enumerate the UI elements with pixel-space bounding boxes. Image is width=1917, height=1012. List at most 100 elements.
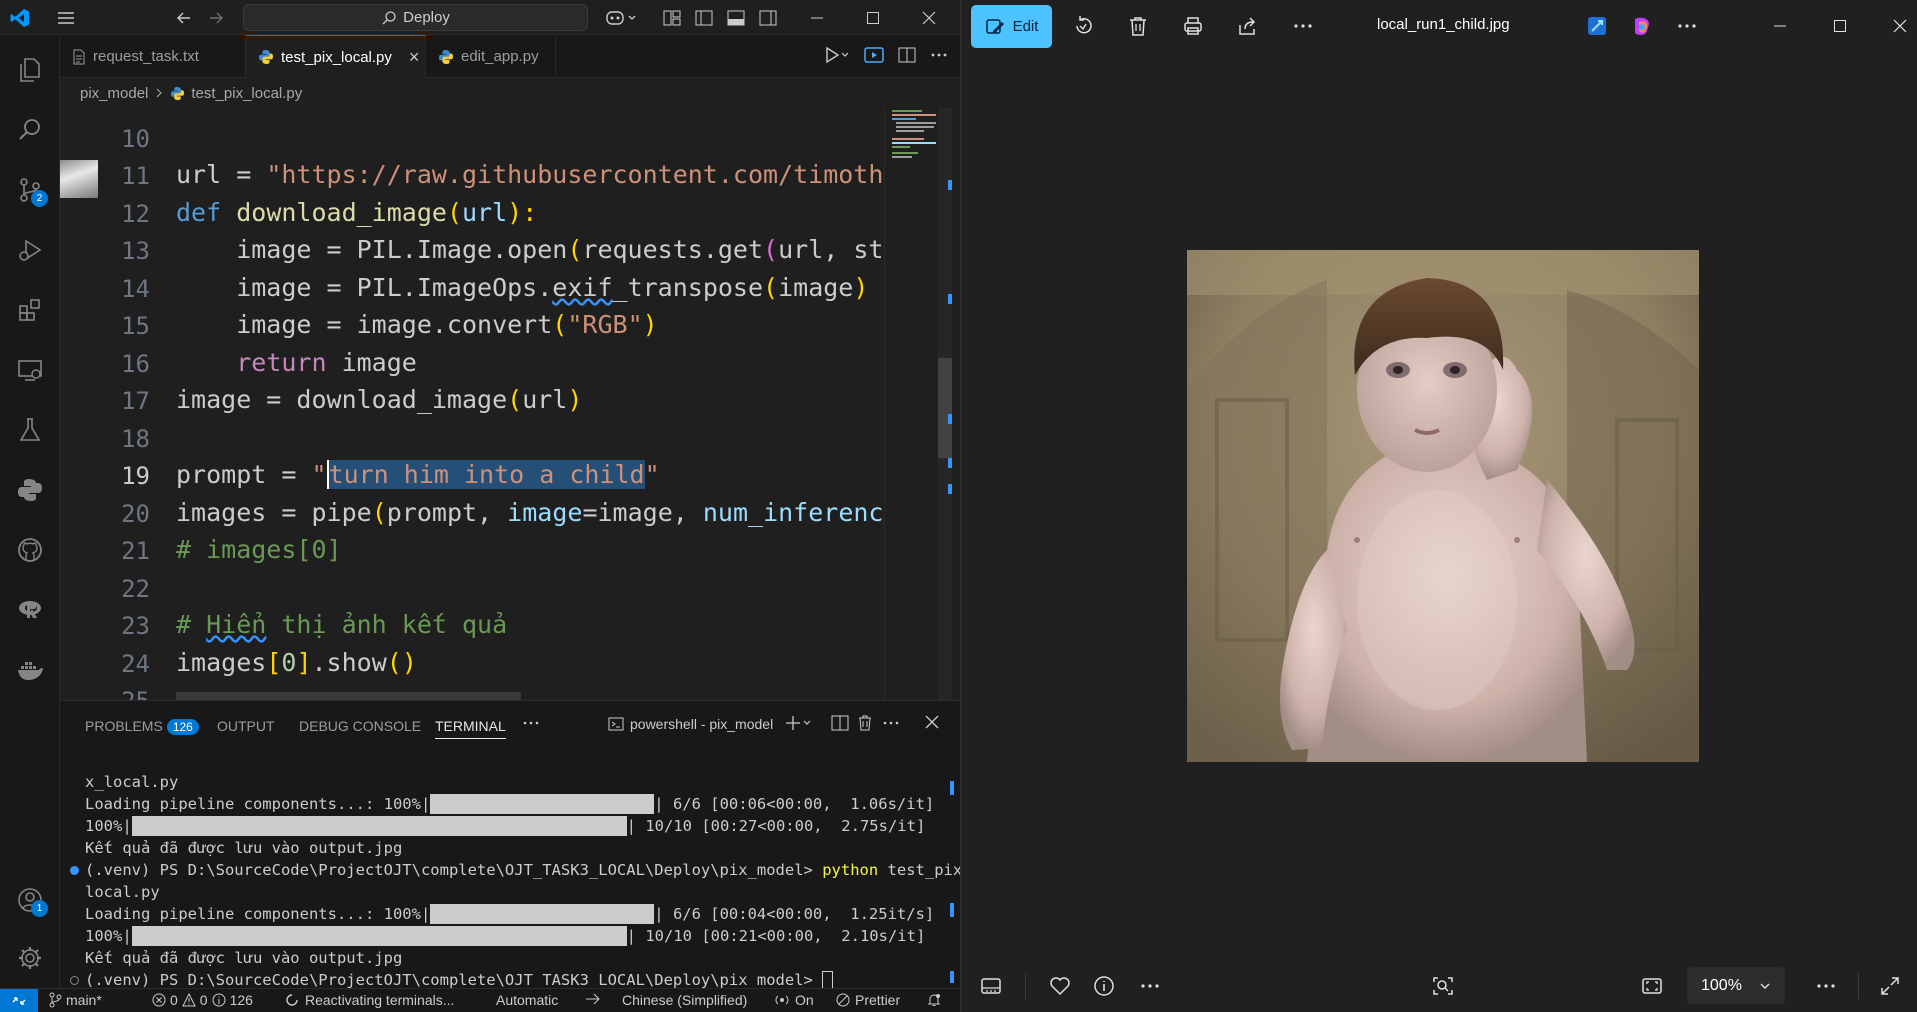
tab-problems[interactable]: PROBLEMS 126 xyxy=(85,718,199,735)
designer-app-icon[interactable] xyxy=(1585,14,1609,38)
source-control-icon[interactable]: 2 xyxy=(0,163,60,217)
close-panel-icon[interactable] xyxy=(924,714,940,730)
remote-indicator[interactable] xyxy=(0,989,38,1012)
terminal-selector[interactable]: powershell - pix_model xyxy=(608,716,773,732)
split-terminal-icon[interactable] xyxy=(831,714,849,732)
accounts-icon[interactable]: 1 xyxy=(0,873,60,927)
toggle-primary-sidebar-icon[interactable] xyxy=(694,8,714,28)
tab-close-icon[interactable]: × xyxy=(409,47,420,68)
zoom-dropdown[interactable]: 100% xyxy=(1687,967,1785,1004)
remote-explorer-icon[interactable] xyxy=(0,343,60,397)
python-icon[interactable] xyxy=(0,463,60,517)
edit-button[interactable]: Edit xyxy=(971,5,1052,48)
horizontal-scrollbar[interactable] xyxy=(176,692,521,700)
more-options-icon[interactable] xyxy=(1814,974,1838,998)
close-icon[interactable] xyxy=(1888,14,1912,38)
minimize-icon[interactable] xyxy=(1768,14,1792,38)
file-info-icon[interactable] xyxy=(1092,974,1116,998)
filmstrip-icon[interactable] xyxy=(979,974,1003,998)
close-icon[interactable] xyxy=(906,0,952,35)
tab-request-task[interactable]: request_task.txt xyxy=(60,35,246,78)
customize-layout-icon[interactable] xyxy=(662,8,682,28)
back-arrow-icon[interactable] xyxy=(174,8,194,28)
terminal-output[interactable]: x_local.py Loading pipeline components..… xyxy=(70,771,960,990)
command-success-dot[interactable] xyxy=(70,865,79,875)
more-actions-icon[interactable] xyxy=(930,46,948,64)
prettier-status[interactable]: Prettier xyxy=(836,992,900,1008)
run-python-file-icon[interactable] xyxy=(824,46,850,64)
bottom-panel: PROBLEMS 126 OUTPUT DEBUG CONSOLE TERMINA… xyxy=(60,700,960,990)
vertical-scrollbar[interactable] xyxy=(938,108,952,700)
manage-gear-icon[interactable] xyxy=(0,931,60,985)
more-options-icon[interactable] xyxy=(1675,14,1699,38)
extensions-icon[interactable] xyxy=(0,283,60,337)
tab-output[interactable]: OUTPUT xyxy=(217,718,275,734)
rotate-icon[interactable] xyxy=(1071,14,1095,38)
terminal-line: Loading pipeline components...: 100%| | 6… xyxy=(85,793,934,815)
maximize-icon[interactable] xyxy=(1828,14,1852,38)
line-number: 20 xyxy=(121,500,150,528)
run-and-debug-icon[interactable] xyxy=(0,223,60,277)
status-language[interactable]: Chinese (Simplified) xyxy=(622,992,747,1008)
explorer-icon[interactable] xyxy=(0,43,60,97)
search-icon xyxy=(381,10,397,26)
status-activity[interactable]: Reactivating terminals... xyxy=(285,992,454,1008)
code-token: image = PIL.Image.open xyxy=(176,235,568,264)
toggle-secondary-sidebar-icon[interactable] xyxy=(758,8,778,28)
minimap[interactable] xyxy=(890,108,942,168)
toggle-panel-icon[interactable] xyxy=(726,8,746,28)
photos-app-window: Edit local_run1_child.jpg 100% xyxy=(960,0,1917,1012)
r-language-icon[interactable] xyxy=(0,583,60,637)
status-mode[interactable]: Automatic xyxy=(496,992,558,1008)
code-token: ( xyxy=(763,235,779,264)
trash-icon[interactable] xyxy=(856,714,874,732)
panel-more-icon[interactable] xyxy=(522,714,540,732)
copilot-icon[interactable] xyxy=(605,8,641,28)
command-pending-dot[interactable] xyxy=(70,975,79,985)
tab-edit-app[interactable]: edit_app.py xyxy=(426,35,556,78)
search-icon[interactable] xyxy=(0,103,60,157)
docker-icon[interactable] xyxy=(0,643,60,697)
notifications-bell-icon[interactable] xyxy=(926,992,942,1008)
share-icon[interactable] xyxy=(1236,14,1260,38)
more-options-icon[interactable] xyxy=(1291,14,1315,38)
command-center-search[interactable]: Deploy xyxy=(243,4,588,31)
displayed-photo[interactable] xyxy=(1187,250,1699,762)
testing-flask-icon[interactable] xyxy=(0,403,60,457)
accounts-badge: 1 xyxy=(31,900,48,917)
code-token: " xyxy=(311,460,327,489)
problems-summary[interactable]: 0 0 126 xyxy=(152,992,253,1008)
fullscreen-expand-icon[interactable] xyxy=(1878,974,1902,998)
terminal-scrollbar[interactable] xyxy=(950,771,956,985)
scrollbar-thumb[interactable] xyxy=(938,358,952,458)
scroll-marker xyxy=(948,180,952,190)
new-terminal-icon[interactable] xyxy=(785,714,813,732)
more-actions-icon[interactable] xyxy=(882,714,900,732)
git-branch[interactable]: main* xyxy=(48,992,102,1008)
code-line-13: image = PIL.Image.open(requests.get(url,… xyxy=(176,235,883,264)
split-editor-icon[interactable] xyxy=(898,46,916,64)
forward-arrow-icon[interactable] xyxy=(206,8,226,28)
print-icon[interactable] xyxy=(1181,14,1205,38)
more-options-icon[interactable] xyxy=(1138,974,1162,998)
tab-debug-console[interactable]: DEBUG CONSOLE xyxy=(299,718,421,734)
code-editor[interactable]: 10 11 12 13 14 15 16 17 18 19 20 21 22 2… xyxy=(60,108,960,700)
breadcrumb-folder[interactable]: pix_model xyxy=(80,85,148,102)
fit-to-window-icon[interactable] xyxy=(1640,974,1664,998)
terminal-text: | 10/10 [00:27<00:00, 2.75s/it] xyxy=(626,817,926,835)
chevron-down-icon xyxy=(1759,980,1771,992)
github-icon[interactable] xyxy=(0,523,60,577)
copilot-colorful-icon[interactable] xyxy=(1630,14,1654,38)
menu-icon[interactable] xyxy=(56,8,76,28)
live-share-status[interactable]: On xyxy=(774,992,814,1008)
tab-test-pix-local[interactable]: test_pix_local.py × xyxy=(246,35,426,78)
prettier-check-icon xyxy=(836,993,850,1007)
minimize-icon[interactable] xyxy=(794,0,840,35)
maximize-icon[interactable] xyxy=(850,0,896,35)
tab-terminal[interactable]: TERMINAL xyxy=(435,718,506,739)
favorite-heart-icon[interactable] xyxy=(1048,974,1072,998)
breadcrumb-file[interactable]: test_pix_local.py xyxy=(191,85,302,102)
live-preview-icon[interactable] xyxy=(864,46,884,64)
delete-trash-icon[interactable] xyxy=(1126,14,1150,38)
visual-search-icon[interactable] xyxy=(1431,974,1455,998)
